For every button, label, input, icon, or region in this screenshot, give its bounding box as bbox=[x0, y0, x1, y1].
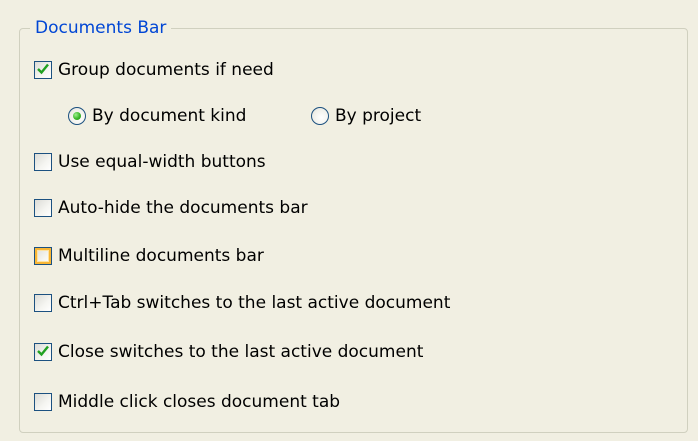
checkbox-label: Multiline documents bar bbox=[58, 246, 264, 266]
ctrl-tab-switches-checkbox[interactable]: Ctrl+Tab switches to the last active doc… bbox=[34, 291, 450, 315]
multiline-documents-bar-checkbox[interactable]: Multiline documents bar bbox=[34, 244, 264, 268]
radio-label: By document kind bbox=[92, 106, 247, 126]
checkbox-label: Middle click closes document tab bbox=[58, 392, 341, 412]
radio-button[interactable] bbox=[68, 107, 86, 125]
checkbox-box[interactable] bbox=[34, 199, 52, 217]
checkmark-icon bbox=[37, 345, 49, 357]
radio-by-document-kind[interactable]: By document kind bbox=[68, 104, 246, 128]
checkbox-box[interactable] bbox=[34, 247, 52, 265]
groupbox-title: Documents Bar bbox=[30, 17, 172, 39]
checkbox-label: Auto-hide the documents bar bbox=[58, 198, 308, 218]
checkbox-label: Ctrl+Tab switches to the last active doc… bbox=[58, 293, 451, 313]
checkbox-box[interactable] bbox=[34, 61, 52, 79]
checkbox-box[interactable] bbox=[34, 343, 52, 361]
checkbox-label: Group documents if need bbox=[58, 60, 274, 80]
checkbox-label: Use equal-width buttons bbox=[58, 152, 266, 172]
group-documents-checkbox[interactable]: Group documents if need bbox=[34, 58, 274, 82]
checkbox-box[interactable] bbox=[34, 393, 52, 411]
equal-width-buttons-checkbox[interactable]: Use equal-width buttons bbox=[34, 150, 266, 174]
documents-bar-groupbox bbox=[19, 28, 688, 433]
checkbox-box[interactable] bbox=[34, 294, 52, 312]
middle-click-closes-checkbox[interactable]: Middle click closes document tab bbox=[34, 390, 340, 414]
radio-button[interactable] bbox=[311, 107, 329, 125]
radio-by-project[interactable]: By project bbox=[311, 104, 421, 128]
checkbox-label: Close switches to the last active docume… bbox=[58, 342, 424, 362]
auto-hide-documents-bar-checkbox[interactable]: Auto-hide the documents bar bbox=[34, 196, 308, 220]
close-switches-checkbox[interactable]: Close switches to the last active docume… bbox=[34, 340, 423, 364]
checkbox-box[interactable] bbox=[34, 153, 52, 171]
checkmark-icon bbox=[37, 63, 49, 75]
radio-dot-icon bbox=[73, 112, 81, 120]
radio-label: By project bbox=[335, 106, 422, 126]
